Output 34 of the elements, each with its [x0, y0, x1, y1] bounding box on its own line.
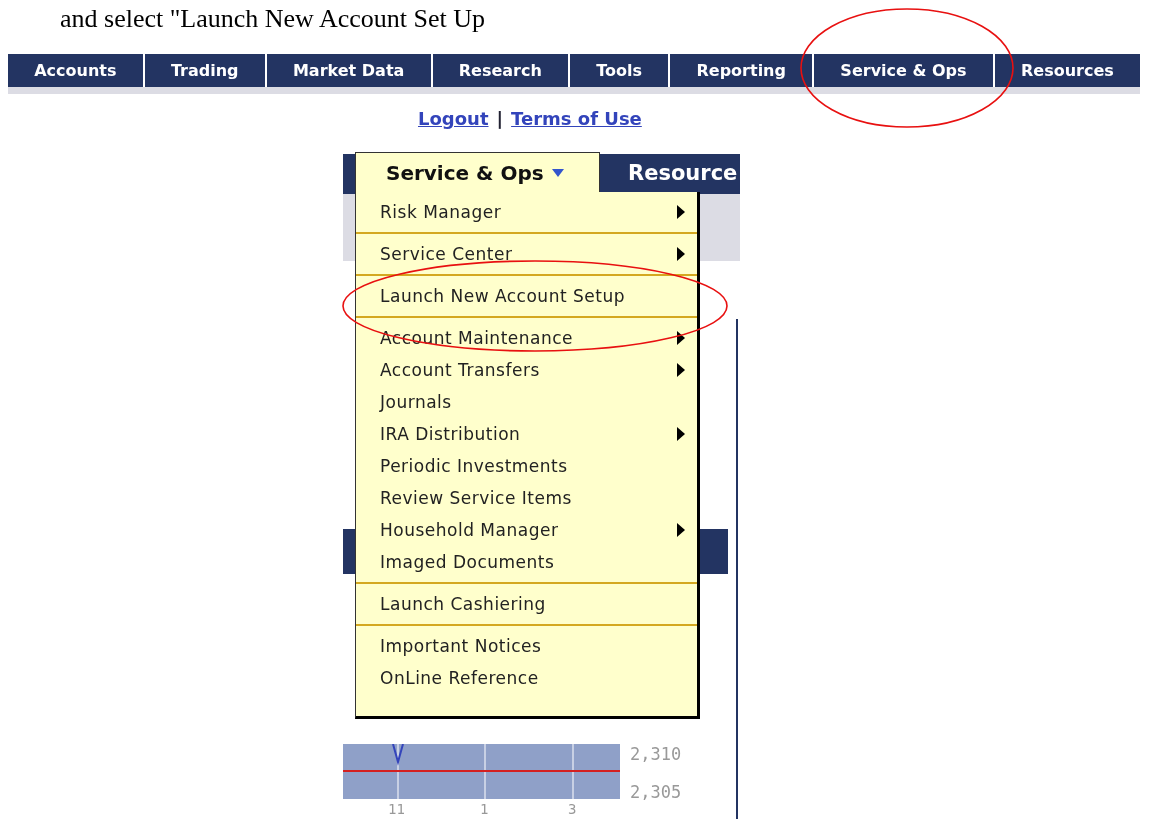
header-link[interactable]: Logout — [418, 108, 489, 129]
menu-item[interactable]: Important Notices — [356, 630, 697, 662]
nav-tab[interactable]: Resources — [994, 54, 1140, 87]
menu-item[interactable]: Account Transfers — [356, 354, 697, 386]
menu-item[interactable]: Imaged Documents — [356, 546, 697, 578]
menu-item[interactable]: Launch Cashiering — [356, 588, 697, 620]
nav-tab[interactable]: Trading — [144, 54, 265, 87]
nav-tab[interactable]: Resource — [628, 161, 738, 185]
nav-tab[interactable]: Tools — [570, 54, 669, 87]
axis-label: 2,305 — [630, 782, 682, 802]
menu-item[interactable]: Household Manager — [356, 514, 697, 546]
menu-header[interactable]: Service & Ops — [355, 152, 600, 192]
caret-icon — [551, 168, 564, 177]
menu-item[interactable]: Risk Manager — [356, 196, 697, 228]
link-separator: | — [496, 108, 504, 129]
menu-item[interactable]: Review Service Items — [356, 482, 697, 514]
menu-item[interactable]: Service Center — [356, 238, 697, 270]
menu-item[interactable]: Launch New Account Setup — [356, 280, 697, 312]
axis-label: 1 — [480, 801, 489, 817]
nav-tab[interactable]: Service & Ops — [814, 54, 993, 87]
axis-label: 3 — [568, 801, 577, 817]
nav-tab[interactable]: Market Data — [266, 54, 431, 87]
instruction-text: and select "Launch New Account Set Up — [59, 3, 487, 35]
nav-tab[interactable]: Research — [432, 54, 569, 87]
menu-title: Service & Ops — [386, 160, 544, 185]
nav-tab[interactable]: Accounts — [8, 54, 143, 87]
axis-label: 2,310 — [630, 744, 682, 764]
menu-item[interactable]: Periodic Investments — [356, 450, 697, 482]
menu-item[interactable]: Journals — [356, 386, 697, 418]
menu-item[interactable]: IRA Distribution — [356, 418, 697, 450]
axis-label: 11 — [388, 801, 405, 817]
menu-item[interactable]: OnLine Reference — [356, 662, 697, 694]
header-link[interactable]: Terms of Use — [511, 108, 642, 129]
nav-tab[interactable]: Reporting — [670, 54, 813, 87]
